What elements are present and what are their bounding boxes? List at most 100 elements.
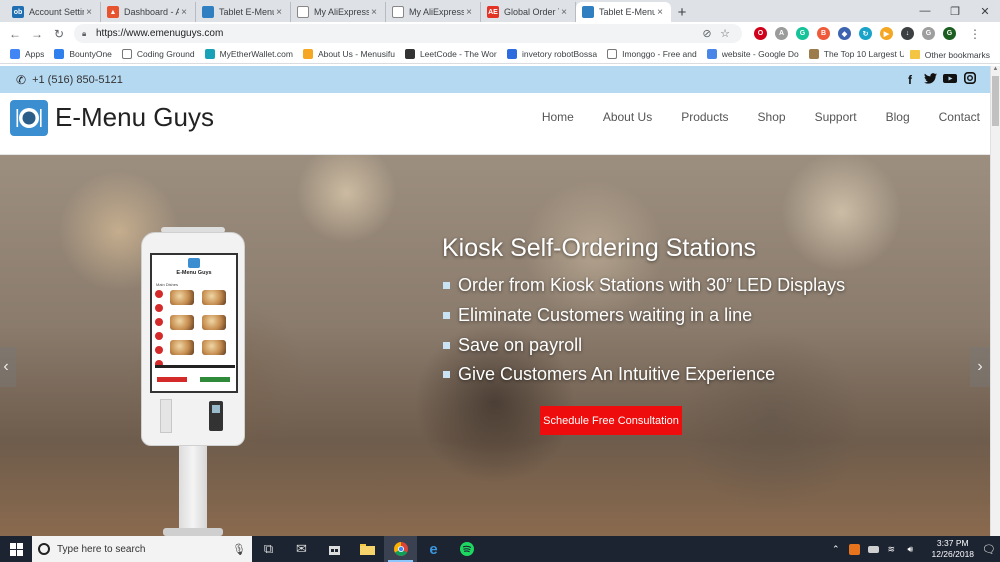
tab-close-icon[interactable]: ×: [274, 7, 284, 18]
ethereum-icon[interactable]: ◆: [838, 27, 851, 40]
edge-icon[interactable]: e: [417, 536, 450, 562]
bookmark-label: Apps: [25, 49, 45, 59]
sync-icon[interactable]: ↻: [859, 27, 872, 40]
opera-icon[interactable]: O: [754, 27, 767, 40]
ob-logo-icon: ob: [12, 6, 24, 18]
chrome-icon[interactable]: [384, 536, 417, 562]
bookmark-item[interactable]: MyEtherWallet.com: [204, 49, 293, 59]
brand-name[interactable]: E-Menu Guys: [55, 102, 214, 133]
windows-start-icon[interactable]: [0, 536, 32, 562]
nav-link-products[interactable]: Products: [681, 110, 728, 124]
browser-tab[interactable]: ob Account Settings×: [6, 2, 101, 22]
tray-expand-icon[interactable]: ⌃: [832, 544, 840, 555]
bookmark-item[interactable]: Imonggo - Free and: [607, 49, 697, 59]
notification-icon[interactable]: 🗨︎: [982, 543, 996, 556]
address-bar-row: ← → ↻ 🔒︎ https://www.emenuguys.com ⊘ ☆ O…: [0, 22, 1000, 45]
hero-bullet: Save on payroll: [442, 330, 845, 360]
reload-button[interactable]: ↻: [48, 23, 70, 45]
bookmark-favicon-icon: [54, 49, 65, 59]
folder-icon: [909, 50, 920, 59]
bookmark-item[interactable]: Coding Ground: [121, 49, 195, 59]
scrollbar-thumb[interactable]: [992, 76, 999, 126]
grammarly-icon[interactable]: G: [796, 27, 809, 40]
file-explorer-icon[interactable]: [351, 536, 384, 562]
system-clock[interactable]: 3:37 PM 12/26/2018: [931, 538, 974, 560]
spotify-icon[interactable]: [450, 536, 483, 562]
nav-link-contact[interactable]: Contact: [939, 110, 980, 124]
bookmark-star-icon[interactable]: ☆: [716, 27, 734, 40]
mail-icon[interactable]: ✉: [285, 536, 318, 562]
brave-icon[interactable]: B: [817, 27, 830, 40]
maximize-button[interactable]: ❐: [940, 0, 970, 22]
browser-tab[interactable]: My AliExpress ×: [386, 2, 481, 22]
youtube-icon[interactable]: [940, 72, 960, 87]
tab-close-icon[interactable]: ×: [179, 7, 189, 18]
battery-icon[interactable]: [868, 545, 880, 553]
menu-icon[interactable]: ⋮: [964, 23, 986, 45]
nav-link-home[interactable]: Home: [542, 110, 574, 124]
other-bookmarks[interactable]: Other bookmarks: [909, 45, 990, 64]
bookmark-label: website - Google Do: [721, 49, 799, 59]
tab-close-icon[interactable]: ×: [559, 7, 569, 18]
play-icon[interactable]: ▶: [880, 27, 893, 40]
bookmark-item[interactable]: website - Google Do: [706, 49, 799, 59]
bookmark-item[interactable]: BountyOne: [54, 49, 112, 59]
slider-next-arrow[interactable]: ›: [970, 347, 990, 387]
nav-link-about-us[interactable]: About Us: [603, 110, 652, 124]
tab-close-icon[interactable]: ×: [464, 7, 474, 18]
schedule-consultation-button[interactable]: Schedule Free Consultation: [540, 406, 682, 435]
close-window-button[interactable]: ✕: [970, 0, 1000, 22]
bookmark-label: About Us - Menusifu: [317, 49, 395, 59]
page-scrollbar[interactable]: ▲: [990, 66, 1000, 536]
minimize-button[interactable]: —: [910, 0, 940, 22]
url-bar[interactable]: 🔒︎ https://www.emenuguys.com ⊘ ☆: [74, 24, 742, 43]
page-icon: [297, 6, 309, 18]
forward-button[interactable]: →: [26, 23, 48, 45]
tab-close-icon[interactable]: ×: [655, 7, 665, 18]
blocked-content-icon[interactable]: ⊘: [698, 27, 716, 40]
emenu-logo-icon[interactable]: [10, 100, 48, 136]
phone-contact[interactable]: ✆ +1 (516) 850-5121: [16, 73, 123, 87]
store-icon[interactable]: [318, 536, 351, 562]
new-tab-button[interactable]: +: [671, 2, 693, 22]
taskbar-search-box[interactable]: Type here to search 🎙︎: [32, 536, 252, 562]
back-button[interactable]: ←: [4, 23, 26, 45]
browser-tab[interactable]: AE Global Order Tr×: [481, 2, 576, 22]
instagram-icon[interactable]: [960, 72, 980, 87]
download-icon[interactable]: ↓: [901, 27, 914, 40]
tab-close-icon[interactable]: ×: [84, 7, 94, 18]
triangle-logo-icon: ▲: [107, 6, 119, 18]
bookmark-item[interactable]: About Us - Menusifu: [302, 49, 395, 59]
main-navigation: Home About Us Products Shop Support Blog Conta…: [513, 110, 980, 124]
reader-icon[interactable]: A: [775, 27, 788, 40]
twitter-icon[interactable]: [920, 72, 940, 87]
kiosk-screen-subtitle: Main Dishes: [156, 282, 179, 287]
phone-number: +1 (516) 850-5121: [32, 73, 123, 86]
g-icon[interactable]: G: [922, 27, 935, 40]
browser-tab[interactable]: My AliExpress ×: [291, 2, 386, 22]
bookmark-item[interactable]: Apps: [10, 49, 44, 59]
microphone-icon[interactable]: 🎙︎: [232, 543, 246, 556]
profile-avatar[interactable]: G: [943, 27, 956, 40]
browser-tab[interactable]: Tablet E-Menu ×: [576, 2, 671, 22]
browser-tab[interactable]: ▲ Dashboard - A ×: [101, 2, 196, 22]
other-bookmarks-label: Other bookmarks: [924, 49, 990, 60]
bookmark-item[interactable]: The Top 10 Largest U: [808, 49, 904, 59]
tray-app-icon[interactable]: [849, 543, 861, 555]
browser-tab[interactable]: Tablet E-Menu ×: [196, 2, 291, 22]
bookmark-item[interactable]: LeetCode - The Worl: [404, 49, 497, 59]
nav-link-shop[interactable]: Shop: [758, 110, 786, 124]
scroll-up-icon[interactable]: ▲: [991, 66, 1000, 75]
tab-close-icon[interactable]: ×: [369, 7, 379, 18]
slider-prev-arrow[interactable]: ‹: [0, 347, 16, 387]
nav-link-support[interactable]: Support: [815, 110, 857, 124]
wifi-icon[interactable]: ≋: [887, 544, 899, 555]
emenu-icon: [582, 6, 594, 18]
url-text[interactable]: https://www.emenuguys.com: [96, 28, 698, 39]
facebook-icon[interactable]: f: [900, 73, 920, 87]
nav-link-blog[interactable]: Blog: [886, 110, 910, 124]
bookmark-item[interactable]: invetory robotBossa: [506, 49, 597, 59]
task-view-icon[interactable]: ⧉: [252, 536, 285, 562]
bookmark-label: MyEtherWallet.com: [219, 49, 293, 59]
volume-icon[interactable]: 🔊︎: [907, 544, 919, 555]
